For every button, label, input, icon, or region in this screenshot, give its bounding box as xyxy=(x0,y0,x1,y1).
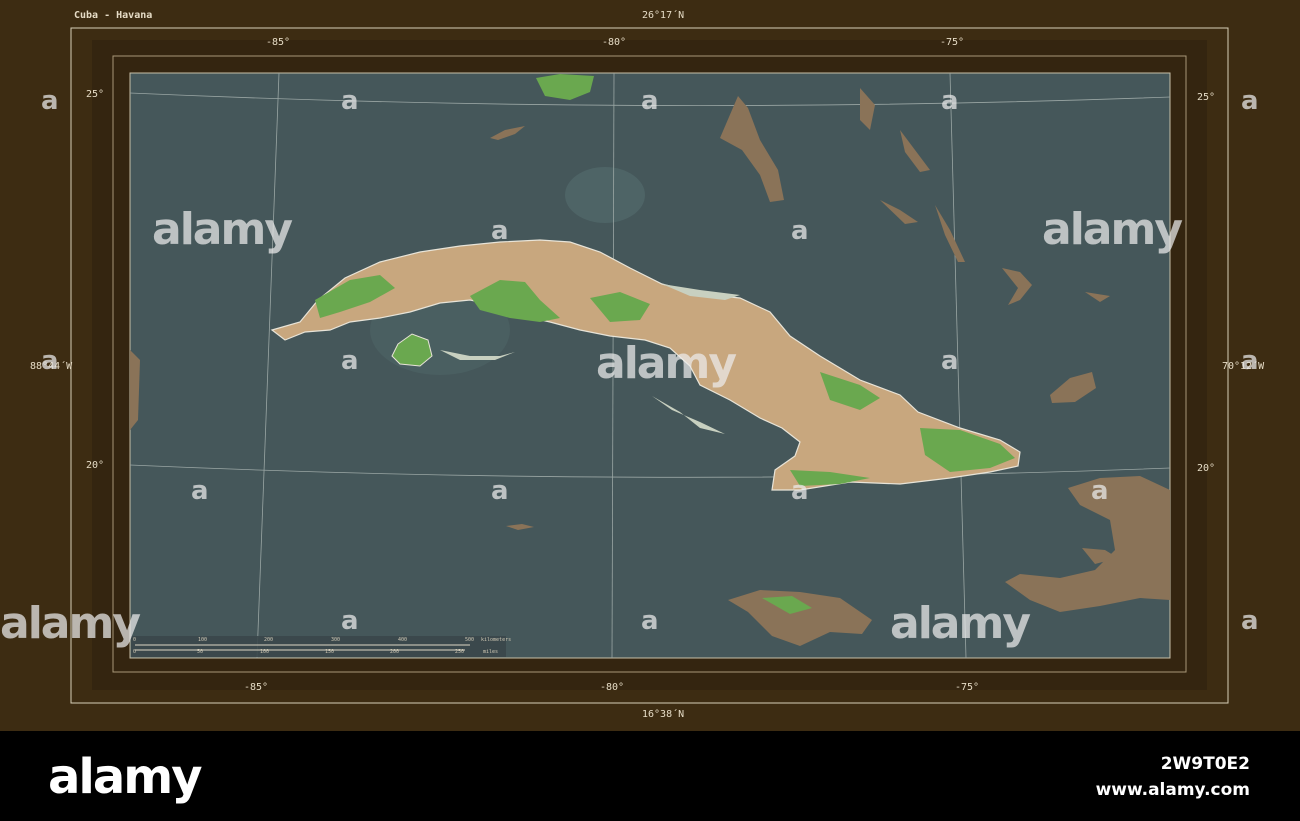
watermark-letter: a xyxy=(791,216,809,246)
watermark-letter: a xyxy=(1241,346,1259,376)
bottom-lon-tick: -80° xyxy=(600,682,625,693)
scale-bar-km-tick: 200 xyxy=(264,637,274,643)
watermark-letter: a xyxy=(41,346,59,376)
watermark: alamy xyxy=(596,338,737,389)
watermark-letter: a xyxy=(941,86,959,116)
image-id: 2W9T0E2 xyxy=(1160,754,1250,774)
bottom-latitude-label: 16°38´N xyxy=(642,709,685,720)
top-lon-tick: -85° xyxy=(266,37,291,48)
footer-bar: alamy 2W9T0E2 www.alamy.com xyxy=(0,731,1300,821)
scale-bar-mi-tick: 0 xyxy=(133,649,137,655)
right-lat-tick: 20° xyxy=(1197,463,1216,474)
scale-bar-mi-unit: miles xyxy=(483,649,499,655)
watermark-letter: a xyxy=(341,86,359,116)
watermark-letter: a xyxy=(791,476,809,506)
watermark-letter: a xyxy=(1241,86,1259,116)
watermark-letter: a xyxy=(491,216,509,246)
site-url: www.alamy.com xyxy=(1095,780,1250,800)
scale-bar-mi-tick: 250 xyxy=(455,649,465,655)
scale-bar-mi-tick: 50 xyxy=(197,649,204,655)
watermark: alamy xyxy=(890,598,1031,649)
bottom-lon-tick: -75° xyxy=(955,682,980,693)
scale-bar-km-tick: 100 xyxy=(198,637,208,643)
scale-bar-km-tick: 400 xyxy=(398,637,408,643)
bottom-lon-tick: -85° xyxy=(244,682,269,693)
right-lat-tick: 25° xyxy=(1197,92,1216,103)
watermark: alamy xyxy=(1042,204,1183,255)
scale-bar-mi-tick: 200 xyxy=(390,649,400,655)
scale-bar-km-tick: 500 xyxy=(465,637,475,643)
watermark-letter: a xyxy=(1091,476,1109,506)
left-lat-tick: 25° xyxy=(86,89,105,100)
left-lat-tick: 20° xyxy=(86,460,105,471)
watermark: alamy xyxy=(0,598,141,649)
top-lon-tick: -75° xyxy=(940,37,965,48)
watermark-letter: a xyxy=(341,346,359,376)
watermark-letter: a xyxy=(1241,606,1259,636)
scale-bar-mi-tick: 100 xyxy=(260,649,270,655)
watermark-letter: a xyxy=(941,346,959,376)
watermark: alamy xyxy=(152,204,293,255)
watermark-letter: a xyxy=(491,476,509,506)
map-title: Cuba - Havana xyxy=(74,10,153,21)
scale-bar-km-unit: kilometers xyxy=(481,637,512,643)
scale-bar-box xyxy=(131,636,506,657)
top-lon-tick: -80° xyxy=(602,37,627,48)
watermark-letter: a xyxy=(191,476,209,506)
footer-credit: 2W9T0E2 www.alamy.com xyxy=(1096,751,1250,803)
bank-shallow xyxy=(565,167,645,223)
watermark-letter: a xyxy=(41,86,59,116)
watermark-letter: a xyxy=(341,606,359,636)
top-latitude-label: 26°17´N xyxy=(642,10,685,21)
scale-bar-mi-tick: 150 xyxy=(325,649,335,655)
alamy-logo: alamy xyxy=(48,749,203,805)
watermark-letter: a xyxy=(641,606,659,636)
scale-bar-km-tick: 300 xyxy=(331,637,341,643)
map-frame: Cuba - Havana 26°17´N 16°38´N 88°44´W 70… xyxy=(0,0,1300,731)
watermark-letter: a xyxy=(641,86,659,116)
